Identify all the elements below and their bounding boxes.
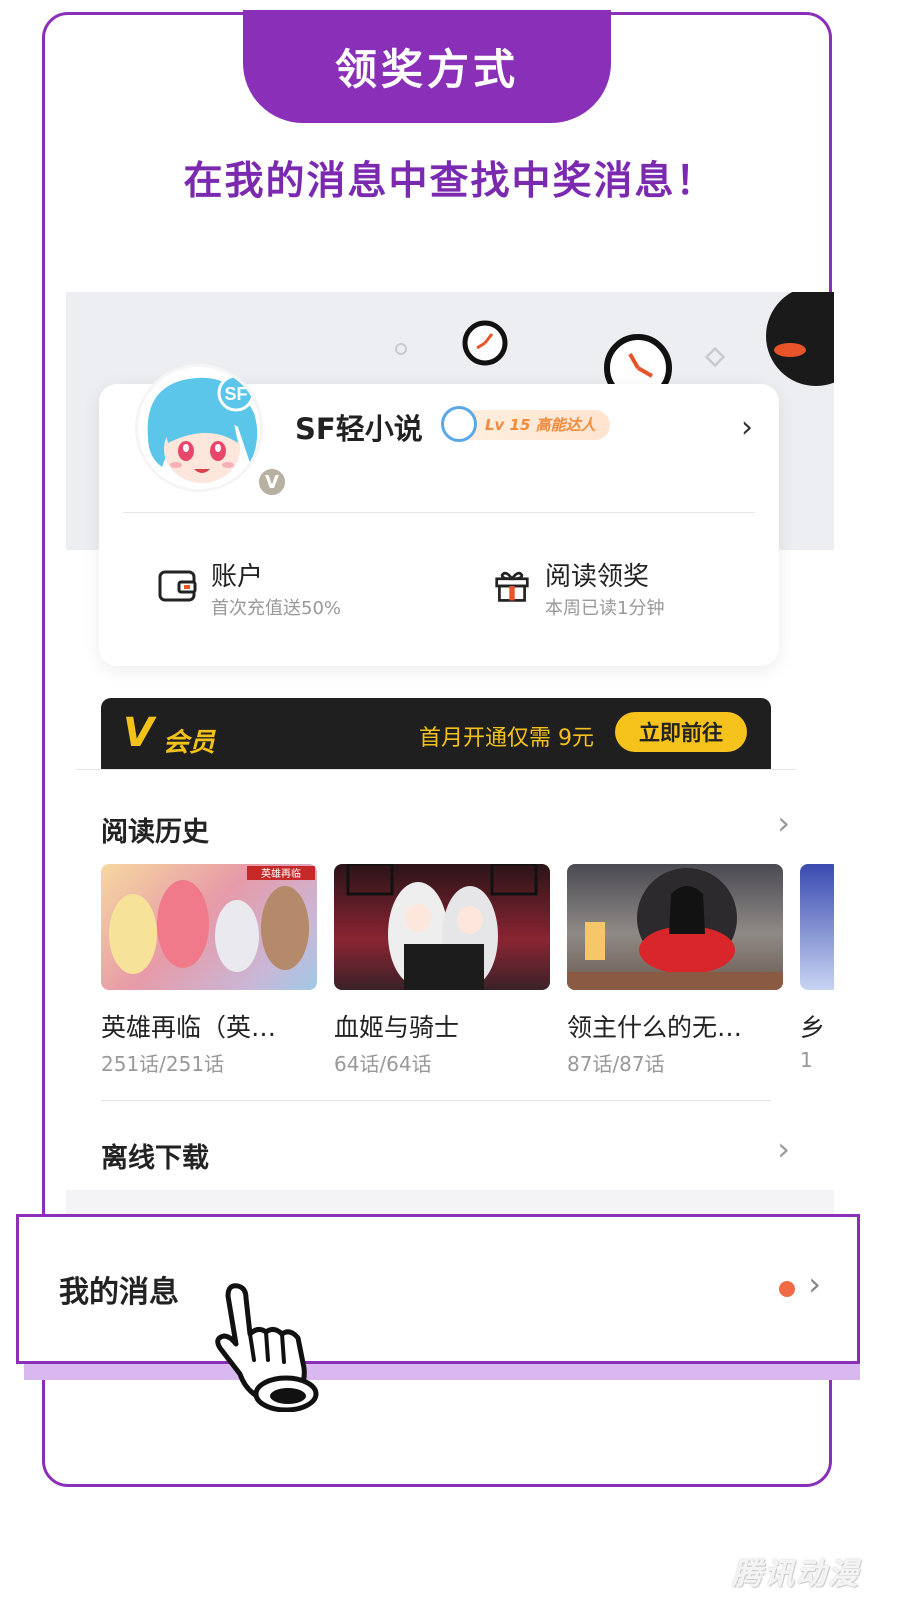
diamond-decoration-icon [704,346,726,368]
book-progress: 87话/87话 [567,1052,665,1076]
app-screenshot: SF V SF轻小说 Lv 15 高能达人 › 账户 首次充值送50% 阅读领奖… [66,292,834,1242]
account-label: 账户 [211,562,264,592]
book-title: 英雄再临（英… [101,1013,277,1042]
cover-title-text: 英雄再临 [261,867,301,880]
chevron-right-icon[interactable]: › [808,1265,821,1303]
book-progress: 251话/251话 [101,1052,225,1076]
offline-download-title[interactable]: 离线下载 [101,1136,209,1175]
avatar-logo-text: SF [224,384,247,404]
book-cover [334,864,550,990]
book-cover [800,864,834,990]
anime-avatar-icon: SF [138,367,260,489]
reading-reward-label: 阅读领奖 [545,562,650,592]
clock-decoration-icon [766,292,834,386]
book-item[interactable]: 乡 1 [800,864,834,1072]
vip-logo: V [123,710,154,756]
book-cover: 英雄再临 [101,864,317,990]
vip-go-button[interactable]: 立即前往 [615,712,747,752]
avatar[interactable]: SF [135,364,263,492]
watermark-logo: 腾讯动漫 [732,1557,860,1592]
book-title: 血姬与骑士 [334,1013,460,1042]
my-messages-entry[interactable]: 我的消息 › [16,1214,860,1364]
chevron-right-icon[interactable]: › [777,1130,790,1168]
wallet-icon [158,570,197,602]
account-promo: 首次充值送50% [211,598,342,619]
book-title: 乡 [800,1013,826,1042]
book-cover [567,864,783,990]
book-item[interactable]: 领主什么的无… 87话/87话 [567,864,783,1077]
instruction-subtitle: 在我的消息中查找中奖消息！ [183,159,717,204]
divider [123,512,755,513]
book-title: 领主什么的无… [567,1013,743,1042]
section-title-tab: 领奖方式 [243,10,611,123]
vip-banner[interactable]: V 会员 首月开通仅需 9元 立即前往 [101,698,771,770]
reading-history-title[interactable]: 阅读历史 [101,810,209,849]
gift-icon [495,571,529,602]
divider [101,1100,771,1101]
level-icon [441,406,477,442]
chevron-right-icon[interactable]: › [777,804,790,842]
vip-offer-text: 首月开通仅需 9元 [419,726,594,751]
profile-card[interactable]: SF V SF轻小说 Lv 15 高能达人 › 账户 首次充值送50% 阅读领奖… [99,364,779,666]
divider [76,769,796,770]
clock-decoration-icon [462,320,508,366]
username: SF轻小说 [295,412,423,446]
my-messages-label: 我的消息 [59,1275,179,1310]
book-progress: 64话/64话 [334,1052,432,1076]
vip-label: 会员 [163,728,216,758]
reading-history-list: 英雄再临 英雄再临（英… 251话/251话 血姬与骑士 64话/64话 领主什… [101,864,834,1077]
verified-badge: V [256,466,288,498]
book-item[interactable]: 血姬与骑士 64话/64话 [334,864,550,1077]
book-item[interactable]: 英雄再临 英雄再临（英… 251话/251话 [101,864,317,1077]
unread-dot [779,1281,795,1297]
pointing-hand-icon [215,1283,319,1412]
book-progress: 1 [800,1048,813,1072]
chevron-right-icon[interactable]: › [741,410,753,445]
dot-decoration-icon [395,343,407,355]
reading-time: 本周已读1分钟 [545,598,665,619]
